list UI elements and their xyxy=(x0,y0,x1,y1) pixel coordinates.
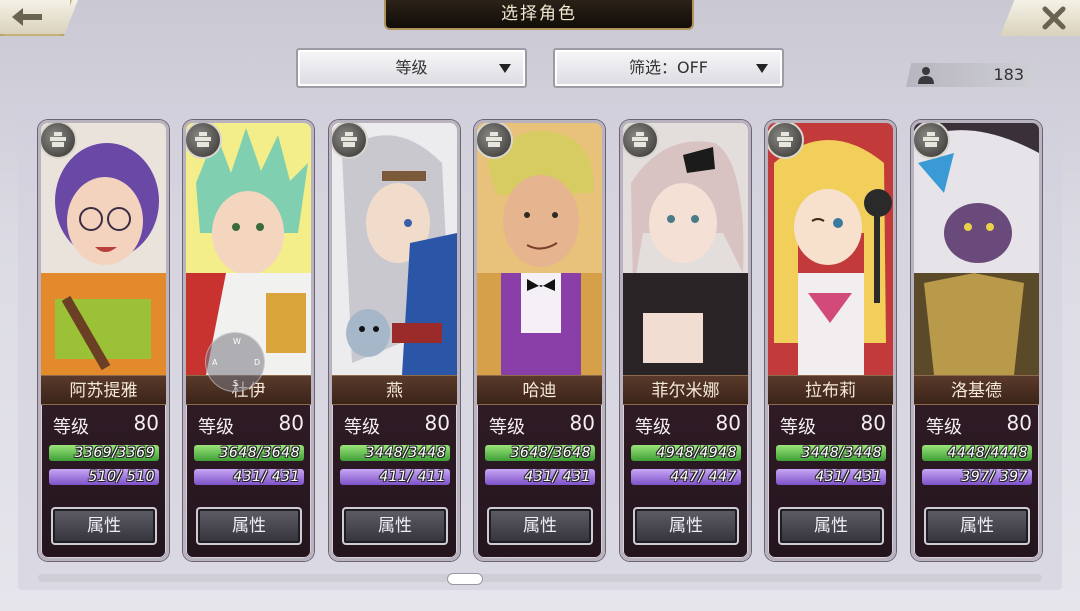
character-portrait xyxy=(41,123,166,375)
level-value: 80 xyxy=(1006,411,1032,435)
counter-value: 183 xyxy=(993,65,1024,84)
level-label: 等级 xyxy=(198,417,234,438)
hp-bar: 4948/4948 xyxy=(631,445,741,461)
level-value: 80 xyxy=(715,411,741,435)
mp-bar: 447/ 447 xyxy=(631,469,741,485)
level-label: 等级 xyxy=(489,417,525,438)
back-button[interactable] xyxy=(0,0,78,36)
joystick-right-label: D xyxy=(254,358,261,367)
level-label: 等级 xyxy=(344,417,380,438)
horizontal-scrollbar[interactable] xyxy=(38,574,1042,582)
chevron-down-icon xyxy=(756,64,768,73)
filter-dropdown[interactable]: 筛选：OFF xyxy=(553,48,784,88)
joystick-left-label: A xyxy=(212,358,218,367)
person-icon xyxy=(918,67,934,84)
joystick-up-label: W xyxy=(233,337,241,346)
attributes-button[interactable]: 属性 xyxy=(924,507,1030,545)
level-value: 80 xyxy=(569,411,595,435)
class-badge-icon xyxy=(477,123,513,159)
character-portrait xyxy=(623,123,748,375)
character-card[interactable]: 菲尔米娜 等级 80 4948/4948 447/ 447 属性 xyxy=(620,120,751,561)
level-label: 等级 xyxy=(635,417,671,438)
character-name: 洛基德 xyxy=(914,375,1039,405)
class-badge-icon xyxy=(332,123,368,159)
level-row: 等级 80 xyxy=(49,411,161,438)
level-value: 80 xyxy=(860,411,886,435)
character-name: 菲尔米娜 xyxy=(623,375,748,405)
mp-bar: 431/ 431 xyxy=(776,469,886,485)
level-label: 等级 xyxy=(53,417,89,438)
level-row: 等级 80 xyxy=(922,411,1034,438)
character-card[interactable]: 燕 等级 80 3448/3448 411/ 411 属性 xyxy=(329,120,460,561)
close-button[interactable] xyxy=(1000,0,1080,36)
attributes-button[interactable]: 属性 xyxy=(51,507,157,545)
level-row: 等级 80 xyxy=(194,411,306,438)
scrollbar-thumb[interactable] xyxy=(447,573,483,585)
level-value: 80 xyxy=(133,411,159,435)
class-badge-icon xyxy=(623,123,659,159)
character-name: 燕 xyxy=(332,375,457,405)
level-value: 80 xyxy=(278,411,304,435)
character-card[interactable]: 哈迪 等级 80 3648/3648 431/ 431 属性 xyxy=(474,120,605,561)
character-portrait xyxy=(332,123,457,375)
level-row: 等级 80 xyxy=(485,411,597,438)
attributes-button[interactable]: 属性 xyxy=(342,507,448,545)
hp-bar: 3648/3648 xyxy=(485,445,595,461)
character-portrait xyxy=(768,123,893,375)
character-portrait xyxy=(914,123,1039,375)
attributes-button[interactable]: 属性 xyxy=(487,507,593,545)
mp-bar: 510/ 510 xyxy=(49,469,159,485)
sort-dropdown[interactable]: 等级 xyxy=(296,48,527,88)
hp-bar: 3448/3448 xyxy=(776,445,886,461)
mp-bar: 431/ 431 xyxy=(485,469,595,485)
sort-label: 等级 xyxy=(395,58,428,77)
class-badge-icon xyxy=(41,123,77,159)
close-icon xyxy=(1042,6,1066,30)
back-arrow-icon xyxy=(12,8,42,26)
joystick-down-label: S xyxy=(233,379,239,388)
character-cards: 阿苏提雅 等级 80 3369/3369 510/ 510 属性 杜伊 等级 8… xyxy=(38,120,1042,562)
hp-bar: 3369/3369 xyxy=(49,445,159,461)
character-card[interactable]: 拉布莉 等级 80 3448/3448 431/ 431 属性 xyxy=(765,120,896,561)
level-value: 80 xyxy=(424,411,450,435)
character-card[interactable]: 洛基德 等级 80 4448/4448 397/ 397 属性 xyxy=(911,120,1042,561)
hp-bar: 3648/3648 xyxy=(194,445,304,461)
attributes-button[interactable]: 属性 xyxy=(196,507,302,545)
level-row: 等级 80 xyxy=(631,411,743,438)
page-title: 选择角色 xyxy=(384,0,694,30)
character-card[interactable]: 阿苏提雅 等级 80 3369/3369 510/ 510 属性 xyxy=(38,120,169,561)
class-badge-icon xyxy=(186,123,222,159)
hp-bar: 3448/3448 xyxy=(340,445,450,461)
attributes-button[interactable]: 属性 xyxy=(633,507,739,545)
mp-bar: 397/ 397 xyxy=(922,469,1032,485)
character-name: 阿苏提雅 xyxy=(41,375,166,405)
hp-bar: 4448/4448 xyxy=(922,445,1032,461)
character-name: 哈迪 xyxy=(477,375,602,405)
filter-label: 筛选：OFF xyxy=(628,58,708,77)
top-bar: 选择角色 xyxy=(0,0,1080,40)
character-name: 拉布莉 xyxy=(768,375,893,405)
class-badge-icon xyxy=(768,123,804,159)
level-row: 等级 80 xyxy=(776,411,888,438)
level-label: 等级 xyxy=(780,417,816,438)
class-badge-icon xyxy=(914,123,950,159)
character-counter: 183 xyxy=(906,63,1038,87)
level-label: 等级 xyxy=(926,417,962,438)
character-portrait xyxy=(477,123,602,375)
virtual-joystick[interactable]: W A D S xyxy=(205,332,265,392)
attributes-button[interactable]: 属性 xyxy=(778,507,884,545)
level-row: 等级 80 xyxy=(340,411,452,438)
chevron-down-icon xyxy=(499,64,511,73)
mp-bar: 411/ 411 xyxy=(340,469,450,485)
mp-bar: 431/ 431 xyxy=(194,469,304,485)
